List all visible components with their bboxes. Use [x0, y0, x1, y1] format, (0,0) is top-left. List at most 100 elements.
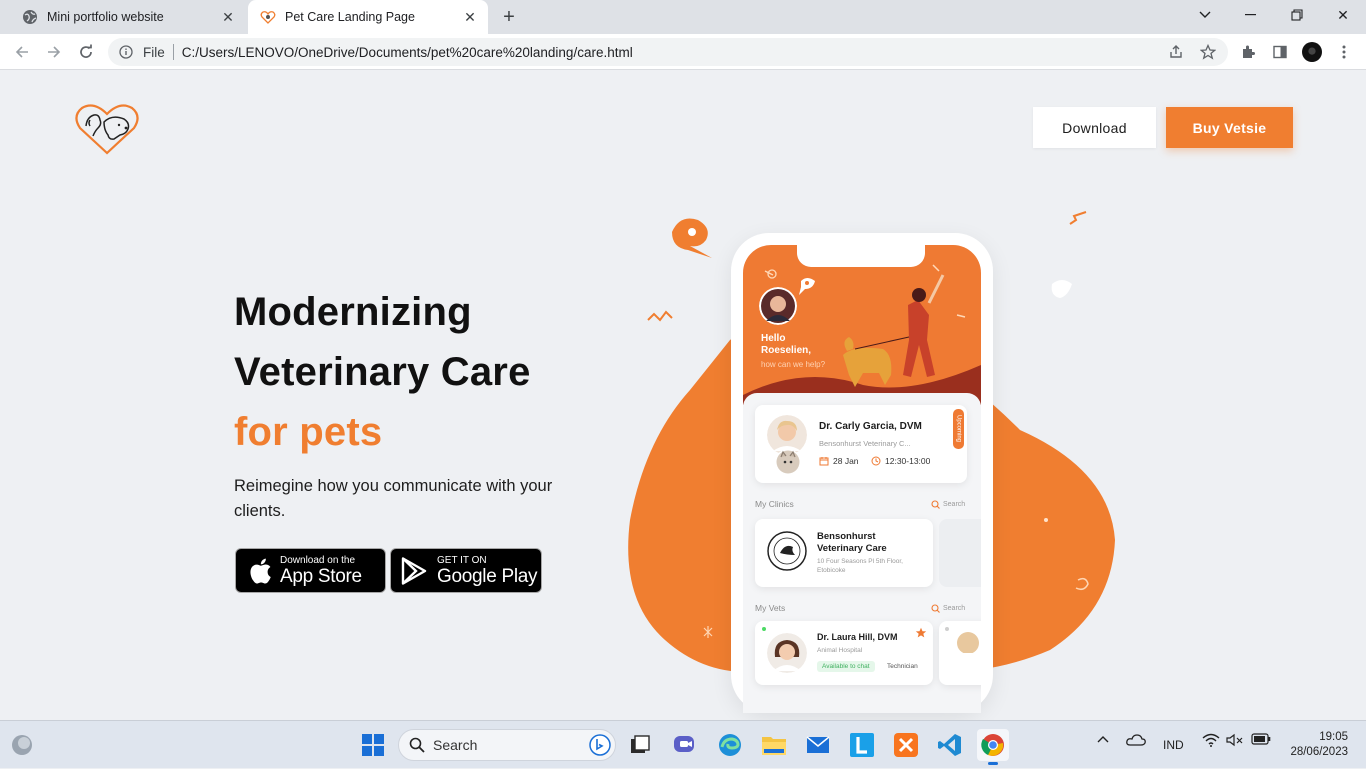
app-store-small-text: Download on the — [280, 554, 356, 566]
clinics-search[interactable]: Search — [931, 500, 965, 509]
vets-search[interactable]: Search — [931, 604, 965, 613]
active-app-indicator — [988, 762, 998, 765]
bookmark-star-icon[interactable] — [1198, 42, 1218, 62]
landing-page: Download Buy Vetsie Modernizing Veterina… — [0, 70, 1366, 720]
site-info-icon[interactable] — [118, 44, 134, 60]
hero-title-accent: for pets — [234, 410, 383, 454]
app-store-badge[interactable]: Download on the App Store — [235, 548, 386, 593]
calendar-icon — [819, 457, 829, 466]
clock-icon — [871, 456, 881, 466]
phone-mockup: Hello Roeselien, how can we help? Dr. Ca… — [731, 233, 993, 713]
pet-heart-favicon-icon — [260, 9, 276, 25]
side-panel-icon[interactable] — [1270, 42, 1290, 62]
google-play-badge[interactable]: GET IT ON Google Play — [390, 548, 542, 593]
close-tab-icon[interactable]: ✕ — [218, 7, 238, 27]
phone-screen: Hello Roeselien, how can we help? Dr. Ca… — [743, 245, 981, 713]
user-avatar — [759, 287, 797, 325]
tab-title: Mini portfolio website — [47, 10, 164, 24]
edge-browser-icon[interactable] — [714, 729, 746, 761]
close-window-icon[interactable]: ✕ — [1320, 0, 1366, 30]
extensions-icon[interactable] — [1238, 42, 1258, 62]
pet-heart-logo[interactable] — [74, 102, 140, 156]
clinic-card-partial[interactable] — [939, 519, 981, 587]
scheme-label: File — [143, 44, 165, 60]
vet-card-partial[interactable] — [939, 621, 981, 685]
tab-pet-care[interactable]: Pet Care Landing Page ✕ — [248, 0, 488, 34]
chrome-icon[interactable] — [977, 729, 1009, 765]
offline-dot — [945, 627, 949, 631]
tab-search-chevron-icon[interactable] — [1182, 0, 1228, 30]
clinic-logo — [767, 531, 807, 571]
google-play-big-text: Google Play — [437, 565, 538, 587]
clinic-name-line1: Bensonhurst — [817, 531, 876, 542]
address-bar[interactable]: File C:/Users/LENOVO/OneDrive/Documents/… — [108, 38, 1228, 66]
appointment-clinic: Bensonhurst Veterinary C... — [819, 439, 911, 448]
vscode-icon[interactable] — [934, 729, 966, 761]
clinics-search-label: Search — [943, 501, 966, 508]
l-app-icon[interactable] — [846, 729, 878, 761]
show-desktop-button[interactable] — [1360, 721, 1366, 769]
mail-icon[interactable] — [802, 729, 834, 761]
tab-mini-portfolio[interactable]: Mini portfolio website ✕ — [8, 0, 246, 34]
taskbar-search-label: Search — [433, 737, 478, 753]
vet-status-badge: Available to chat — [817, 661, 875, 672]
xampp-icon[interactable] — [890, 729, 922, 761]
menu-kebab-icon[interactable] — [1334, 42, 1354, 62]
bing-icon[interactable] — [589, 734, 611, 756]
google-play-icon — [401, 556, 427, 585]
greeting-name: Roeselien, — [761, 345, 812, 356]
taskbar: Search IND 19:05 28/06/2023 — [0, 720, 1366, 768]
close-tab-icon[interactable]: ✕ — [460, 7, 480, 27]
share-icon[interactable] — [1166, 42, 1186, 62]
taskbar-search[interactable]: Search — [398, 729, 616, 761]
language-indicator[interactable]: IND — [1163, 738, 1184, 752]
teams-chat-icon[interactable] — [669, 729, 701, 761]
back-icon[interactable] — [10, 40, 34, 64]
task-view-icon[interactable] — [624, 729, 656, 761]
vet-avatar-partial — [957, 632, 979, 653]
reload-icon[interactable] — [74, 40, 98, 64]
clock-date: 28/06/2023 — [1290, 746, 1348, 758]
upcoming-tag: Upcoming — [953, 409, 964, 449]
vet-card[interactable]: Dr. Laura Hill, DVM Animal Hospital Avai… — [755, 621, 933, 685]
onedrive-cloud-icon[interactable] — [1126, 733, 1146, 750]
browser-toolbar: File C:/Users/LENOVO/OneDrive/Documents/… — [0, 34, 1366, 70]
new-tab-button[interactable]: + — [498, 6, 520, 28]
clinic-name: Bensonhurst Veterinary Care — [817, 531, 887, 555]
vet-avatar — [767, 633, 807, 673]
search-icon — [409, 737, 425, 753]
minimize-icon[interactable] — [1228, 0, 1274, 30]
buy-vetsie-button[interactable]: Buy Vetsie — [1166, 107, 1293, 148]
system-clock[interactable]: 19:05 28/06/2023 — [1282, 730, 1348, 760]
cat-avatar — [775, 449, 801, 475]
appointment-date: 28 Jan — [819, 456, 859, 466]
url-text[interactable]: C:/Users/LENOVO/OneDrive/Documents/pet%2… — [182, 45, 633, 60]
google-play-small-text: GET IT ON — [437, 554, 487, 566]
favorite-star-icon[interactable] — [915, 627, 927, 639]
hero-title-line2: Veterinary Care — [234, 350, 531, 394]
restore-icon[interactable] — [1274, 0, 1320, 30]
greeting: Hello Roeselien, — [761, 333, 811, 357]
divider — [172, 44, 174, 60]
weather-widget-icon[interactable] — [6, 729, 38, 761]
appointment-card[interactable]: Dr. Carly Garcia, DVM Bensonhurst Veteri… — [755, 405, 967, 483]
clinic-card[interactable]: Bensonhurst Veterinary Care 10 Four Seas… — [755, 519, 933, 587]
vet-role: Technician — [887, 663, 918, 670]
volume-muted-icon[interactable] — [1226, 733, 1244, 750]
online-dot — [762, 627, 766, 631]
forward-icon[interactable] — [42, 40, 66, 64]
download-button[interactable]: Download — [1033, 107, 1156, 148]
battery-icon[interactable] — [1251, 733, 1271, 748]
greeting-sub: how can we help? — [761, 360, 826, 369]
clinic-address-line1: 10 Four Seasons Pl 5th Floor, — [817, 558, 903, 565]
appointment-doctor-name: Dr. Carly Garcia, DVM — [819, 421, 922, 432]
tray-overflow-chevron-icon[interactable] — [1097, 733, 1109, 747]
search-icon — [931, 500, 940, 509]
hero-subtext: Reimegine how you communicate with your … — [234, 477, 553, 520]
windows-start-icon[interactable] — [357, 729, 389, 761]
clinic-address: 10 Four Seasons Pl 5th Floor, Etobicoke — [817, 557, 903, 575]
wifi-icon[interactable] — [1202, 733, 1220, 750]
profile-avatar[interactable] — [1302, 42, 1322, 62]
file-explorer-icon[interactable] — [758, 729, 790, 761]
tab-title: Pet Care Landing Page — [285, 10, 415, 24]
